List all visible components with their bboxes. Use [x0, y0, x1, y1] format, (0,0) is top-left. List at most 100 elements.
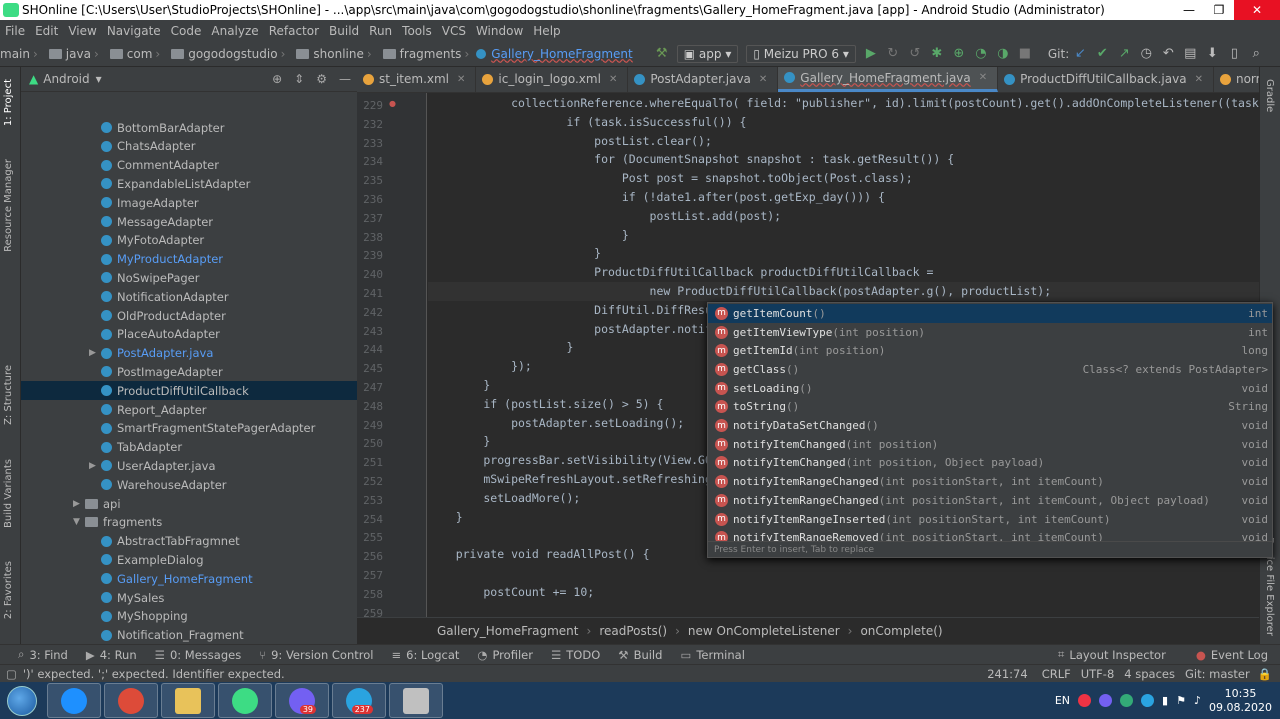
bottom-tool-9-version-control[interactable]: ⑂ 9: Version Control — [259, 648, 373, 662]
menu-item-window[interactable]: Window — [471, 24, 528, 38]
close-tab-icon[interactable]: ✕ — [609, 74, 617, 85]
apply-changes-icon[interactable]: ↻ — [882, 44, 904, 64]
taskbar-app[interactable] — [389, 683, 443, 718]
editor-tab[interactable]: normal\post_item.xml✕ — [1214, 67, 1259, 92]
bottom-tool-terminal[interactable]: ▭ Terminal — [680, 648, 744, 662]
taskbar-app[interactable] — [47, 683, 101, 718]
gear-icon[interactable]: ⚙ — [316, 72, 327, 86]
close-tab-icon[interactable]: ✕ — [1195, 74, 1203, 85]
taskbar-app[interactable]: 237 — [332, 683, 386, 718]
run-config-select[interactable]: ▣ app ▾ — [676, 44, 739, 63]
tree-item[interactable]: ExpandableListAdapter — [21, 174, 357, 193]
chevron-down-icon[interactable]: ▼ — [73, 517, 85, 527]
tree-item[interactable]: MyShopping — [21, 607, 357, 626]
nav-crumb-gogodogstudio[interactable]: gogodogstudio › — [167, 47, 288, 61]
tree-item[interactable]: MySales — [21, 588, 357, 607]
menu-item-help[interactable]: Help — [528, 24, 565, 38]
bottom-tool-4-run[interactable]: ▶ 4: Run — [86, 648, 137, 662]
git-branch[interactable]: Git: master — [1185, 667, 1250, 681]
code-completion-popup[interactable]: m getItemCount() int m getItemViewType (int p… — [707, 302, 1273, 558]
completion-item[interactable]: m notifyItemChanged (int position, Object … — [708, 454, 1272, 473]
editor-tab[interactable]: ic_login_logo.xml ✕ — [476, 67, 629, 92]
menu-item-run[interactable]: Run — [364, 24, 397, 38]
project-tool-tab[interactable]: 1: Project — [3, 79, 14, 126]
build-variants-tab[interactable]: Build Variants — [3, 459, 14, 528]
editor-tab[interactable]: PostAdapter.java ✕ — [628, 67, 779, 92]
coverage-icon[interactable]: ◑ — [992, 44, 1014, 64]
tree-item[interactable]: MyProductAdapter — [21, 250, 357, 269]
tree-item[interactable]: NoSwipePager — [21, 268, 357, 287]
editor-breadcrumb-item[interactable]: readPosts() — [599, 624, 667, 638]
resource-manager-tab[interactable]: Resource Manager — [3, 159, 14, 252]
menu-item-vcs[interactable]: VCS — [437, 24, 471, 38]
close-tab-icon[interactable]: ✕ — [457, 74, 465, 85]
tray-app-icon[interactable] — [1078, 694, 1092, 707]
system-clock[interactable]: 10:35 09.08.2020 — [1209, 687, 1272, 715]
editor-tab[interactable]: st_item.xml ✕ — [357, 67, 477, 92]
search-everywhere-icon[interactable]: ⌕ — [1245, 44, 1267, 64]
chevron-right-icon[interactable]: ▶ — [73, 499, 85, 509]
tree-item[interactable]: SmartFragmentStatePagerAdapter — [21, 419, 357, 438]
avd-manager-icon[interactable]: ▯ — [1223, 44, 1245, 64]
tree-item[interactable]: ▶ api — [21, 494, 357, 513]
menu-item-file[interactable]: File — [0, 24, 30, 38]
git-update-icon[interactable]: ↙ — [1069, 44, 1091, 64]
completion-item[interactable]: m notifyItemRangeInserted (int positionSta… — [708, 510, 1272, 529]
collapse-icon[interactable]: ⇕ — [294, 72, 304, 86]
device-select[interactable]: ▯ Meizu PRO 6 ▾ — [746, 44, 856, 63]
file-encoding[interactable]: UTF-8 — [1081, 667, 1115, 681]
bottom-tool-6-logcat[interactable]: ≡ 6: Logcat — [391, 648, 459, 662]
sdk-manager-icon[interactable]: ⬇ — [1201, 44, 1223, 64]
attach-debugger-icon[interactable]: ⊕ — [948, 44, 970, 64]
tree-item[interactable]: Notification_Fragment — [21, 626, 357, 645]
bottom-tool-layout-inspector[interactable]: ⌗ Layout Inspector — [1058, 647, 1166, 662]
favorites-tab[interactable]: 2: Favorites — [3, 561, 14, 619]
tree-item[interactable]: BottomBarAdapter — [21, 118, 357, 137]
tree-item[interactable]: ▶ UserAdapter.java — [21, 456, 357, 475]
taskbar-app[interactable] — [161, 683, 215, 718]
menu-item-edit[interactable]: Edit — [30, 24, 63, 38]
taskbar-app[interactable] — [218, 683, 272, 718]
flag-icon[interactable]: ⚑ — [1176, 694, 1186, 707]
tree-item[interactable]: WarehouseAdapter — [21, 475, 357, 494]
maximize-button[interactable]: ❐ — [1204, 0, 1234, 20]
lock-icon[interactable]: 🔒 — [1258, 667, 1272, 681]
tree-item[interactable]: OldProductAdapter — [21, 306, 357, 325]
menu-item-navigate[interactable]: Navigate — [102, 24, 166, 38]
indent-setting[interactable]: 4 spaces — [1124, 667, 1175, 681]
line-separator[interactable]: CRLF — [1042, 667, 1071, 681]
completion-item[interactable]: m notifyItemRangeChanged (int positionStar… — [708, 472, 1272, 491]
nav-crumb-java[interactable]: java › — [45, 47, 102, 61]
tree-item[interactable]: ProductDiffUtilCallback — [21, 381, 357, 401]
completion-item[interactable]: m notifyItemRangeChanged (int positionStar… — [708, 491, 1272, 510]
chevron-right-icon[interactable]: ▶ — [89, 461, 101, 471]
editor-breadcrumb-item[interactable]: Gallery_HomeFragment — [437, 624, 579, 638]
completion-item[interactable]: m setLoading() void — [708, 379, 1272, 398]
minimize-button[interactable]: — — [1174, 0, 1204, 20]
tree-item[interactable]: ChatsAdapter — [21, 137, 357, 156]
language-indicator[interactable]: EN — [1055, 694, 1070, 707]
tree-item[interactable]: NotificationAdapter — [21, 287, 357, 306]
gradle-tab[interactable]: Gradle — [1264, 79, 1275, 112]
menu-item-build[interactable]: Build — [324, 24, 364, 38]
status-toggle-icon[interactable]: ▢ — [6, 667, 17, 681]
apply-code-icon[interactable]: ↺ — [904, 44, 926, 64]
tree-item[interactable]: CommentAdapter — [21, 156, 357, 175]
tree-item[interactable]: ExampleDialog — [21, 550, 357, 569]
tree-item[interactable]: Gallery_HomeFragment — [21, 569, 357, 588]
network-icon[interactable]: ▮ — [1162, 694, 1168, 707]
run-icon[interactable]: ▶ — [860, 44, 882, 64]
tree-item[interactable]: PostImageAdapter — [21, 362, 357, 381]
project-structure-icon[interactable]: ▤ — [1179, 44, 1201, 64]
tray-viber-icon[interactable] — [1099, 694, 1113, 707]
hide-icon[interactable]: — — [339, 72, 351, 86]
completion-item[interactable]: m getItemCount() int — [708, 304, 1272, 323]
git-push-icon[interactable]: ↗ — [1113, 44, 1135, 64]
bottom-tool-event-log[interactable]: ● Event Log — [1196, 648, 1268, 662]
editor-tab[interactable]: Gallery_HomeFragment.java ✕ — [778, 67, 999, 92]
tree-item[interactable]: MessageAdapter — [21, 212, 357, 231]
tree-item[interactable]: TabAdapter — [21, 438, 357, 457]
bottom-tool-profiler[interactable]: ◔ Profiler — [477, 648, 533, 662]
profile-icon[interactable]: ◔ — [970, 44, 992, 64]
completion-item[interactable]: m getItemId (int position) long — [708, 341, 1272, 360]
